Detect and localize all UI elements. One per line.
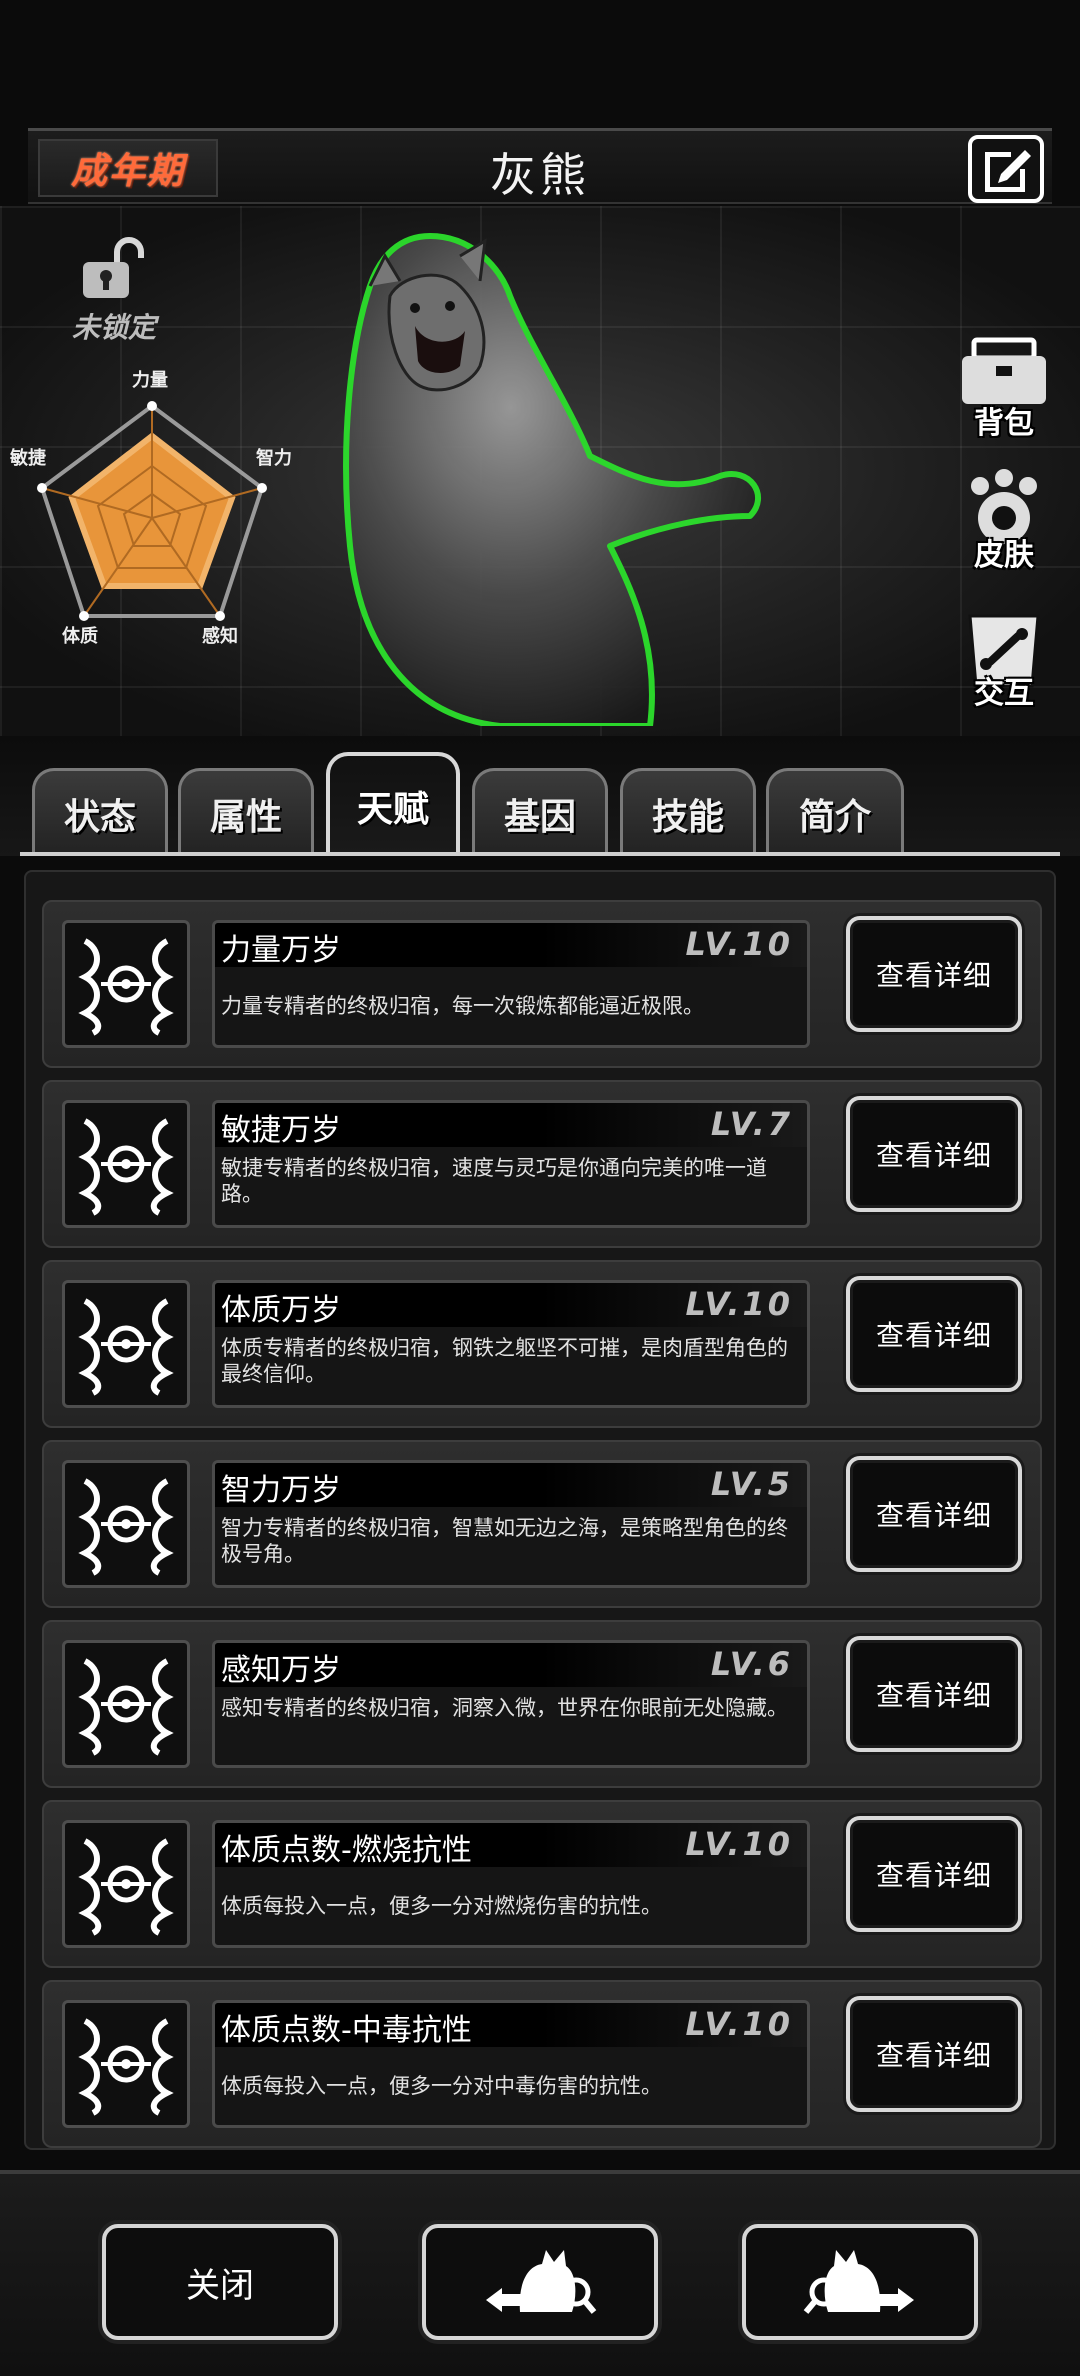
talent-info: 感知万岁 LV.6 感知专精者的终极归宿，洞察入微，世界在你眼前无处隐藏。 — [212, 1640, 810, 1768]
interact-label: 交互 — [974, 676, 1034, 711]
talent-emblem-icon — [78, 1298, 174, 1396]
tab-attributes[interactable]: 属性 — [178, 768, 314, 856]
talent-row: 智力万岁 LV.5 智力专精者的终极归宿，智慧如无边之海，是策略型角色的终极号角… — [42, 1440, 1042, 1608]
talent-name: 敏捷万岁 — [221, 1113, 341, 1148]
talent-list: 力量万岁 LV.10 力量专精者的终极归宿，每一次锻炼都能逼近极限。 查看详细 … — [24, 870, 1056, 2150]
skin-button[interactable]: 皮肤 — [954, 468, 1054, 578]
talent-icon-frame — [62, 1100, 190, 1228]
talent-emblem-icon — [78, 1658, 174, 1756]
talent-description: 感知专精者的终极归宿，洞察入微，世界在你眼前无处隐藏。 — [221, 1696, 788, 1720]
talent-level: LV.6 — [710, 1645, 793, 1683]
talent-name: 感知万岁 — [221, 1653, 341, 1688]
edit-name-button[interactable] — [968, 135, 1044, 203]
radar-label-perception: 感知 — [202, 626, 238, 647]
lock-status-label: 未锁定 — [71, 311, 156, 344]
talent-description: 智力专精者的终极归宿，智慧如无边之海，是策略型角色的终极号角。 — [221, 1516, 788, 1566]
talent-name: 体质点数-中毒抗性 — [221, 2013, 472, 2048]
talent-description: 体质专精者的终极归宿，钢铁之躯坚不可摧，是肉盾型角色的最终信仰。 — [221, 1336, 788, 1386]
talent-icon-frame — [62, 920, 190, 1048]
radar-label-strength: 力量 — [132, 370, 168, 391]
tab-talents[interactable]: 天赋 — [326, 752, 460, 856]
bottom-action-bar: 关闭 — [0, 2170, 1080, 2376]
radar-chart — [37, 401, 267, 621]
talent-name: 体质万岁 — [221, 1293, 341, 1328]
view-details-button[interactable]: 查看详细 — [846, 1636, 1022, 1752]
talent-level: LV.10 — [685, 925, 793, 963]
next-pet-icon — [803, 2250, 914, 2314]
talent-level: LV.10 — [685, 1825, 793, 1863]
view-details-button[interactable]: 查看详细 — [846, 1816, 1022, 1932]
talent-emblem-icon — [78, 938, 174, 1036]
creature-portrait-area: 未锁定 力量 智力 感知 体质 敏捷 背包 皮肤 交互 — [0, 206, 1080, 736]
radar-label-constitution: 体质 — [62, 626, 98, 647]
prev-pet-icon — [486, 2250, 597, 2314]
talent-row: 敏捷万岁 LV.7 敏捷专精者的终极归宿，速度与灵巧是你通向完美的唯一道路。 查… — [42, 1080, 1042, 1248]
talent-icon-frame — [62, 1280, 190, 1408]
attribute-radar: 力量 智力 感知 体质 敏捷 — [0, 346, 300, 676]
talent-icon-frame — [62, 1460, 190, 1588]
talent-description: 体质每投入一点，便多一分对燃烧伤害的抗性。 — [221, 1894, 662, 1918]
close-button[interactable]: 关闭 — [102, 2224, 338, 2340]
talent-name: 体质点数-燃烧抗性 — [221, 1833, 472, 1868]
talent-emblem-icon — [78, 2018, 174, 2116]
tab-divider — [20, 852, 1060, 856]
talent-info: 体质点数-燃烧抗性 LV.10 体质每投入一点，便多一分对燃烧伤害的抗性。 — [212, 1820, 810, 1948]
backpack-label: 背包 — [974, 406, 1034, 441]
view-details-button[interactable]: 查看详细 — [846, 916, 1022, 1032]
talent-info: 体质万岁 LV.10 体质专精者的终极归宿，钢铁之躯坚不可摧，是肉盾型角色的最终… — [212, 1280, 810, 1408]
talent-info: 敏捷万岁 LV.7 敏捷专精者的终极归宿，速度与灵巧是你通向完美的唯一道路。 — [212, 1100, 810, 1228]
lock-toggle[interactable]: 未锁定 — [64, 236, 164, 346]
view-details-button[interactable]: 查看详细 — [846, 1276, 1022, 1392]
tab-status[interactable]: 状态 — [32, 768, 168, 856]
talent-row: 体质点数-燃烧抗性 LV.10 体质每投入一点，便多一分对燃烧伤害的抗性。 查看… — [42, 1800, 1042, 1968]
view-details-button[interactable]: 查看详细 — [846, 1096, 1022, 1212]
next-pet-button[interactable] — [742, 2224, 978, 2340]
skin-label: 皮肤 — [974, 538, 1034, 573]
backpack-button[interactable]: 背包 — [954, 336, 1054, 446]
talent-row: 体质万岁 LV.10 体质专精者的终极归宿，钢铁之躯坚不可摧，是肉盾型角色的最终… — [42, 1260, 1042, 1428]
tab-intro[interactable]: 简介 — [766, 768, 904, 856]
talent-info: 智力万岁 LV.5 智力专精者的终极归宿，智慧如无边之海，是策略型角色的终极号角… — [212, 1460, 810, 1588]
talent-description: 力量专精者的终极归宿，每一次锻炼都能逼近极限。 — [221, 994, 704, 1018]
tab-genes[interactable]: 基因 — [472, 768, 608, 856]
page-title: 灰熊 — [490, 148, 590, 202]
interact-button[interactable]: 交互 — [954, 606, 1054, 716]
talent-level: LV.5 — [710, 1465, 793, 1503]
talent-row: 感知万岁 LV.6 感知专精者的终极归宿，洞察入微，世界在你眼前无处隐藏。 查看… — [42, 1620, 1042, 1788]
header-bar: 成年期 灰熊 — [28, 128, 1052, 204]
grizzly-bear-portrait — [343, 233, 761, 726]
talent-name: 力量万岁 — [221, 933, 341, 968]
talent-icon-frame — [62, 1820, 190, 1948]
view-details-button[interactable]: 查看详细 — [846, 1456, 1022, 1572]
talent-level: LV.10 — [685, 1285, 793, 1323]
radar-label-intellect: 智力 — [256, 448, 292, 469]
previous-pet-button[interactable] — [422, 2224, 658, 2340]
tab-skills[interactable]: 技能 — [620, 768, 756, 856]
talent-info: 体质点数-中毒抗性 LV.10 体质每投入一点，便多一分对中毒伤害的抗性。 — [212, 2000, 810, 2128]
talent-emblem-icon — [78, 1478, 174, 1576]
talent-level: LV.10 — [685, 2005, 793, 2043]
talent-icon-frame — [62, 2000, 190, 2128]
view-details-button[interactable]: 查看详细 — [846, 1996, 1022, 2112]
talent-emblem-icon — [78, 1118, 174, 1216]
talent-level: LV.7 — [710, 1105, 793, 1143]
talent-emblem-icon — [78, 1838, 174, 1936]
talent-description: 体质每投入一点，便多一分对中毒伤害的抗性。 — [221, 2074, 662, 2098]
talent-info: 力量万岁 LV.10 力量专精者的终极归宿，每一次锻炼都能逼近极限。 — [212, 920, 810, 1048]
talent-row: 力量万岁 LV.10 力量专精者的终极归宿，每一次锻炼都能逼近极限。 查看详细 — [42, 900, 1042, 1068]
radar-label-agility: 敏捷 — [10, 448, 46, 469]
talent-description: 敏捷专精者的终极归宿，速度与灵巧是你通向完美的唯一道路。 — [221, 1156, 767, 1206]
unlock-icon — [83, 237, 144, 298]
talent-icon-frame — [62, 1640, 190, 1768]
talent-row: 体质点数-中毒抗性 LV.10 体质每投入一点，便多一分对中毒伤害的抗性。 查看… — [42, 1980, 1042, 2148]
edit-icon — [985, 150, 1031, 192]
talent-name: 智力万岁 — [221, 1473, 341, 1508]
